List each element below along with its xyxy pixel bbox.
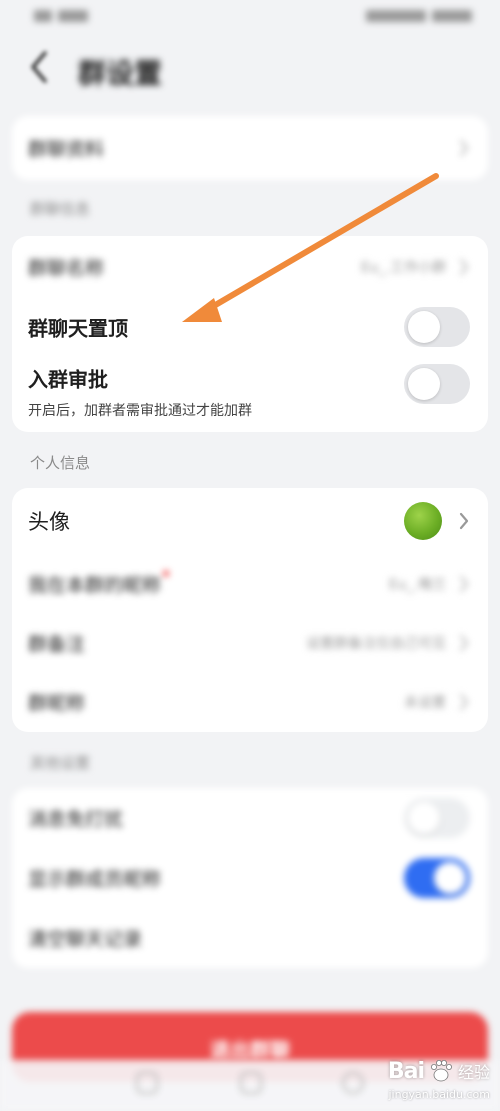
join-approval-label: 入群审批 bbox=[28, 367, 108, 392]
chevron-right-icon bbox=[458, 692, 470, 712]
watermark-url: jingyan.baidu.com bbox=[388, 1088, 490, 1101]
chevron-right-icon bbox=[458, 574, 470, 594]
join-approval-toggle[interactable] bbox=[404, 364, 470, 404]
row-group-name[interactable]: 群聊名称 Eu_.工作小群 bbox=[12, 236, 488, 298]
do-not-disturb-toggle[interactable] bbox=[404, 798, 470, 838]
avatar-label: 头像 bbox=[28, 510, 70, 534]
row-avatar[interactable]: 头像 bbox=[12, 488, 488, 554]
chevron-left-icon bbox=[31, 51, 47, 83]
pin-chat-label: 群聊天置顶 bbox=[28, 316, 128, 341]
row-label: 群聊资料 bbox=[28, 138, 105, 161]
join-approval-desc: 开启后，加群者需审批通过才能加群 bbox=[28, 403, 252, 419]
toggle-knob bbox=[408, 368, 440, 400]
header: 群设置 bbox=[0, 40, 500, 96]
watermark-brand-part1: Bai bbox=[387, 1058, 425, 1084]
row-remark[interactable]: 群备注 设置群备注仅自己可见 bbox=[12, 614, 488, 672]
status-bar bbox=[0, 0, 500, 40]
card-other-settings: 消息免打扰 显示群成员昵称 清空聊天记录 bbox=[12, 788, 488, 968]
card-group-profile: 群聊资料 bbox=[12, 116, 488, 180]
row-label: 清空聊天记录 bbox=[28, 928, 143, 951]
watermark: Bai 经验 jingyan.baidu.com bbox=[387, 1058, 490, 1102]
chevron-right-icon bbox=[458, 633, 470, 653]
status-left bbox=[34, 10, 88, 22]
battery-icon bbox=[432, 10, 472, 22]
row-label: 群昵称 bbox=[28, 692, 86, 715]
row-do-not-disturb: 消息免打扰 bbox=[12, 788, 488, 848]
avatar bbox=[404, 502, 442, 540]
pin-chat-toggle[interactable] bbox=[404, 307, 470, 347]
row-value: Eu_.俺兰 bbox=[388, 577, 446, 593]
section-title-other: 其他设置 bbox=[30, 754, 91, 772]
signal-icon bbox=[34, 10, 52, 22]
row-pin-chat: 群聊天置顶 bbox=[12, 298, 488, 356]
row-value: 未设置 bbox=[404, 695, 446, 711]
page-title: 群设置 bbox=[78, 57, 163, 90]
row-label: 群备注 bbox=[28, 633, 86, 656]
chevron-right-icon bbox=[458, 257, 470, 277]
nav-menu-icon[interactable] bbox=[136, 1072, 158, 1094]
row-label: 我在本群的昵称 bbox=[28, 570, 170, 598]
nickname-label: 我在本群的昵称 bbox=[28, 574, 162, 597]
nav-home-icon[interactable] bbox=[240, 1072, 262, 1094]
row-group-nick[interactable]: 群昵称 未设置 bbox=[12, 672, 488, 732]
row-group-profile[interactable]: 群聊资料 bbox=[12, 116, 488, 180]
toggle-knob bbox=[408, 311, 440, 343]
toggle-knob bbox=[434, 862, 466, 894]
card-group-settings: 群聊名称 Eu_.工作小群 群聊天置顶 入群审批 开启后，加群者需审批通过才能加… bbox=[12, 236, 488, 432]
toggle-knob bbox=[408, 802, 440, 834]
card-personal-info: 头像 我在本群的昵称 Eu_.俺兰 群备注 设置群备注仅自己可见 群昵称 未设置 bbox=[12, 488, 488, 732]
chevron-right-icon bbox=[458, 138, 470, 158]
row-label: 群聊名称 bbox=[28, 257, 105, 280]
status-icons bbox=[366, 10, 426, 22]
section-title-group: 群聊信息 bbox=[30, 200, 91, 218]
watermark-cn: 经验 bbox=[457, 1063, 490, 1082]
watermark-brand: Bai bbox=[387, 1058, 425, 1084]
row-show-nicknames: 显示群成员昵称 bbox=[12, 848, 488, 908]
row-nickname[interactable]: 我在本群的昵称 Eu_.俺兰 bbox=[12, 554, 488, 614]
row-label: 消息免打扰 bbox=[28, 808, 124, 831]
carrier-icon bbox=[58, 10, 88, 22]
status-right bbox=[366, 10, 472, 22]
row-join-approval: 入群审批 开启后，加群者需审批通过才能加群 bbox=[12, 356, 488, 432]
nav-back-icon[interactable] bbox=[342, 1072, 364, 1094]
paw-icon bbox=[430, 1060, 452, 1082]
chevron-right-icon bbox=[458, 511, 470, 531]
new-badge bbox=[163, 570, 170, 577]
row-label: 显示群成员昵称 bbox=[28, 868, 162, 891]
row-clear-history[interactable]: 清空聊天记录 bbox=[12, 908, 488, 968]
show-nicknames-toggle[interactable] bbox=[404, 858, 470, 898]
back-button[interactable] bbox=[28, 50, 50, 84]
row-value: 设置群备注仅自己可见 bbox=[306, 636, 446, 652]
section-title-personal: 个人信息 bbox=[30, 454, 91, 472]
row-value: Eu_.工作小群 bbox=[360, 260, 446, 276]
